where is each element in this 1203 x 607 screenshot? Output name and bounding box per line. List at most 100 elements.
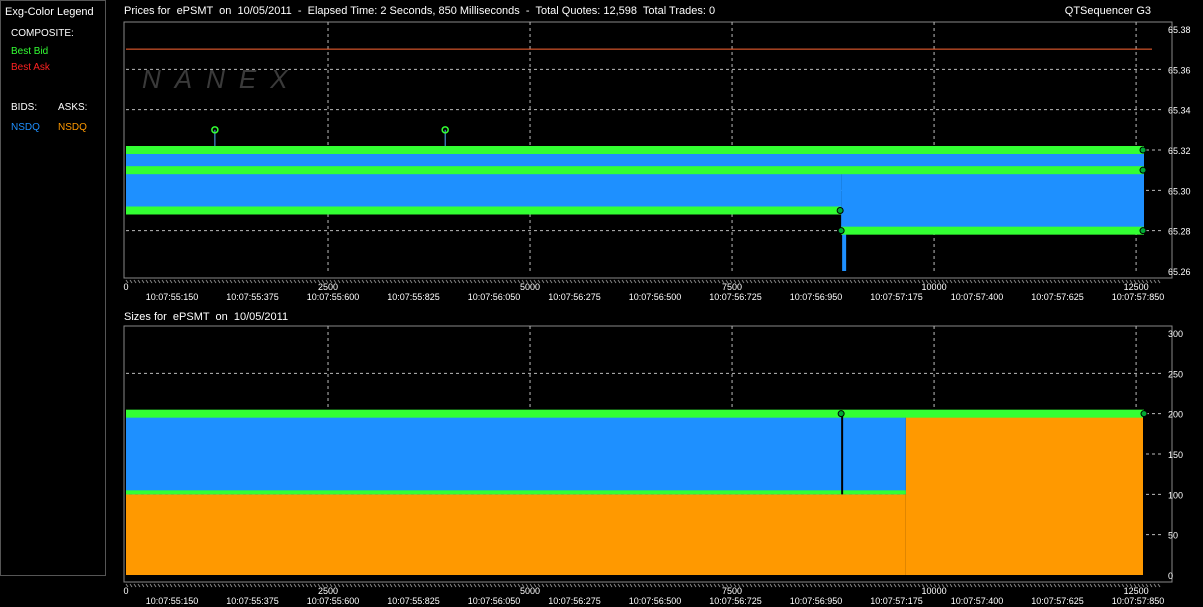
minor-tick [133,583,137,588]
minor-tick [385,583,389,588]
minor-tick [1077,583,1081,588]
minor-tick [829,279,833,284]
minor-tick [877,279,881,284]
minor-tick [797,583,801,588]
minor-tick [189,583,193,588]
minor-tick [277,279,281,284]
best-bid-level [126,146,1144,154]
quote-charts: 65.3865.3665.3465.3265.3065.2865.260 2500… [123,21,1191,606]
minor-tick [905,279,909,284]
minor-tick [889,583,893,588]
minor-tick [601,583,605,588]
minor-tick [657,583,661,588]
minor-tick [741,583,745,588]
minor-tick [237,279,241,284]
minor-tick [549,583,553,588]
time-label: 10:07:55:375 [226,596,279,606]
minor-tick [825,279,829,284]
minor-tick [1077,279,1081,284]
minor-tick [1049,583,1053,588]
bid-band [841,170,1144,231]
x-tick-label: 7500 [722,282,742,292]
minor-tick [821,583,825,588]
minor-tick [717,279,721,284]
minor-tick [865,279,869,284]
minor-tick [689,279,693,284]
minor-tick [369,583,373,588]
minor-tick [393,583,397,588]
minor-tick [297,279,301,284]
minor-tick [545,279,549,284]
minor-tick [1113,279,1117,284]
time-label: 10:07:56:275 [548,292,601,302]
time-label: 10:07:56:050 [468,292,521,302]
minor-tick [253,583,257,588]
minor-tick [489,279,493,284]
y-tick-label: 150 [1168,450,1183,460]
minor-tick [829,583,833,588]
minor-tick [509,583,513,588]
minor-tick [917,279,921,284]
minor-tick [1153,583,1157,588]
minor-tick [1057,279,1061,284]
minor-tick [417,583,421,588]
minor-tick [773,279,777,284]
minor-tick [437,583,441,588]
minor-tick [845,583,849,588]
minor-tick [853,583,857,588]
minor-tick [753,583,757,588]
minor-tick [381,583,385,588]
minor-tick [645,279,649,284]
minor-tick [129,583,133,588]
minor-tick [429,279,433,284]
minor-tick [877,583,881,588]
minor-tick [1041,583,1045,588]
minor-tick [713,583,717,588]
time-label: 10:07:56:725 [709,596,762,606]
minor-tick [617,279,621,284]
minor-tick [541,583,545,588]
minor-tick [505,279,509,284]
minor-tick [1117,279,1121,284]
minor-tick [425,279,429,284]
minor-tick [953,583,957,588]
minor-tick [661,279,665,284]
minor-tick [1061,583,1065,588]
minor-tick [249,583,253,588]
minor-tick [245,583,249,588]
time-label: 10:07:55:375 [226,292,279,302]
minor-tick [477,583,481,588]
minor-tick [697,279,701,284]
minor-tick [141,279,145,284]
minor-tick [881,279,885,284]
minor-tick [881,583,885,588]
minor-tick [197,279,201,284]
minor-tick [441,279,445,284]
minor-tick [453,279,457,284]
minor-tick [825,583,829,588]
minor-tick [605,279,609,284]
minor-tick [957,279,961,284]
minor-tick [377,279,381,284]
minor-tick [185,279,189,284]
minor-tick [853,279,857,284]
minor-tick [385,279,389,284]
minor-tick [757,279,761,284]
minor-tick [493,279,497,284]
minor-tick [497,583,501,588]
minor-tick [621,279,625,284]
minor-tick [949,583,953,588]
minor-tick [617,583,621,588]
minor-tick [1053,279,1057,284]
minor-tick [1017,583,1021,588]
minor-tick [405,583,409,588]
minor-tick [625,279,629,284]
minor-tick [605,583,609,588]
minor-tick [409,583,413,588]
minor-tick [585,583,589,588]
minor-tick [965,279,969,284]
time-label: 10:07:57:850 [1112,596,1165,606]
minor-tick [257,583,261,588]
minor-tick [657,279,661,284]
minor-tick [597,583,601,588]
